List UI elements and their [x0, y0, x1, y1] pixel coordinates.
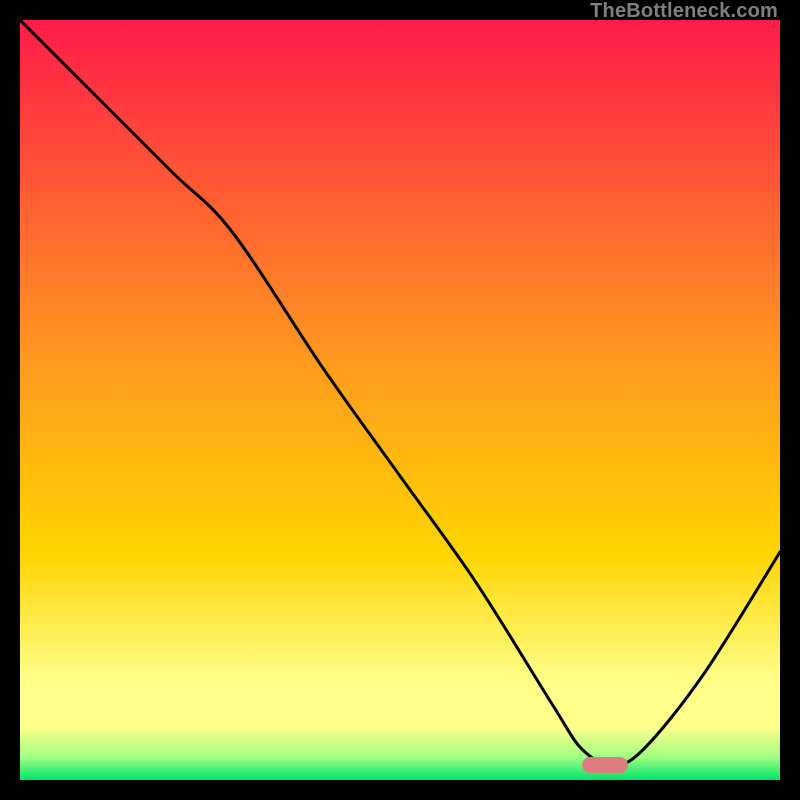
chart-frame: TheBottleneck.com: [0, 0, 800, 800]
plot-area: [20, 20, 780, 780]
bottleneck-curve: [20, 20, 780, 780]
attribution-text: TheBottleneck.com: [590, 0, 778, 23]
optimal-marker: [582, 757, 628, 773]
